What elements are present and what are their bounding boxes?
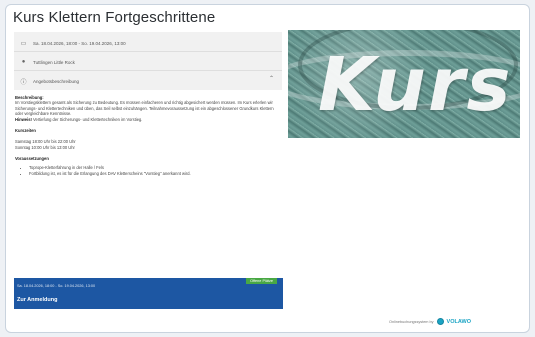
description-toggle[interactable]: ⓘ Angebotsbeschreibung [20,75,79,87]
event-date: Sa. 18.04.2026, 18:00 - So. 19.04.2026, … [33,40,126,46]
times-heading: Kurszeiten [15,128,36,134]
volawo-logo-icon [436,318,444,325]
banner-date: Sa. 18.04.2026, 18:00 - So. 19.04.2026, … [17,284,96,288]
description-text: Im Vorstiegsklettern gesamt als Sicherun… [15,100,274,117]
availability-badge: Offene Plätze [246,278,277,284]
chevron-up-icon[interactable]: ⌃ [269,75,274,82]
description-toggle-label: Angebotsbeschreibung [33,78,80,84]
powered-by-text: Onlinebuchungssystem by [389,319,434,324]
location-pin-icon: ● [21,59,26,65]
brand-name[interactable]: VOLAWO [447,319,471,325]
time-line-2: Sonntag 10:00 Uhr bis 13:00 Uhr [15,144,75,150]
requirements-heading: Voraussetzungen [15,156,49,162]
register-link[interactable]: Zur Anmeldung [17,297,57,303]
note-text: Vertiefung der Sicherungs- und Kletterte… [32,116,143,122]
note-paragraph: Hinweis! Vertiefung der Sicherungs- und … [15,117,277,122]
description-content: Beschreibung: Im Vorstiegsklettern gesam… [15,95,277,177]
calendar-icon: ▭ [20,40,27,47]
page-frame: Kurs Klettern Fortgeschrittene ▭ Sa. 18.… [5,4,530,333]
requirements-list: Toprope-Kletterfahrung in der Halle / Fe… [29,165,277,177]
registration-banner[interactable]: Offene Plätze Sa. 18.04.2026, 18:00 - So… [14,278,283,309]
note-label: Hinweis! [15,116,32,122]
footer-branding: Onlinebuchungssystem by VOLAWO [389,318,471,325]
event-location: Tuttlingen Little Rock [33,59,75,65]
divider [14,51,282,52]
list-item: Fortbildung ist, es ist für die Erlangun… [29,171,277,176]
event-date-row: ▭ Sa. 18.04.2026, 18:00 - So. 19.04.2026… [20,37,126,49]
info-icon: ⓘ [20,79,27,86]
event-info-box: ▭ Sa. 18.04.2026, 18:00 - So. 19.04.2026… [14,32,282,90]
event-location-row: ● Tuttlingen Little Rock [20,56,75,68]
page-title: Kurs Klettern Fortgeschrittene [13,9,216,26]
hero-word: Kurs [318,42,513,128]
list-item: Toprope-Kletterfahrung in der Halle / Fe… [29,165,277,170]
course-hero-image: Kurs [288,30,520,138]
divider [14,70,282,71]
